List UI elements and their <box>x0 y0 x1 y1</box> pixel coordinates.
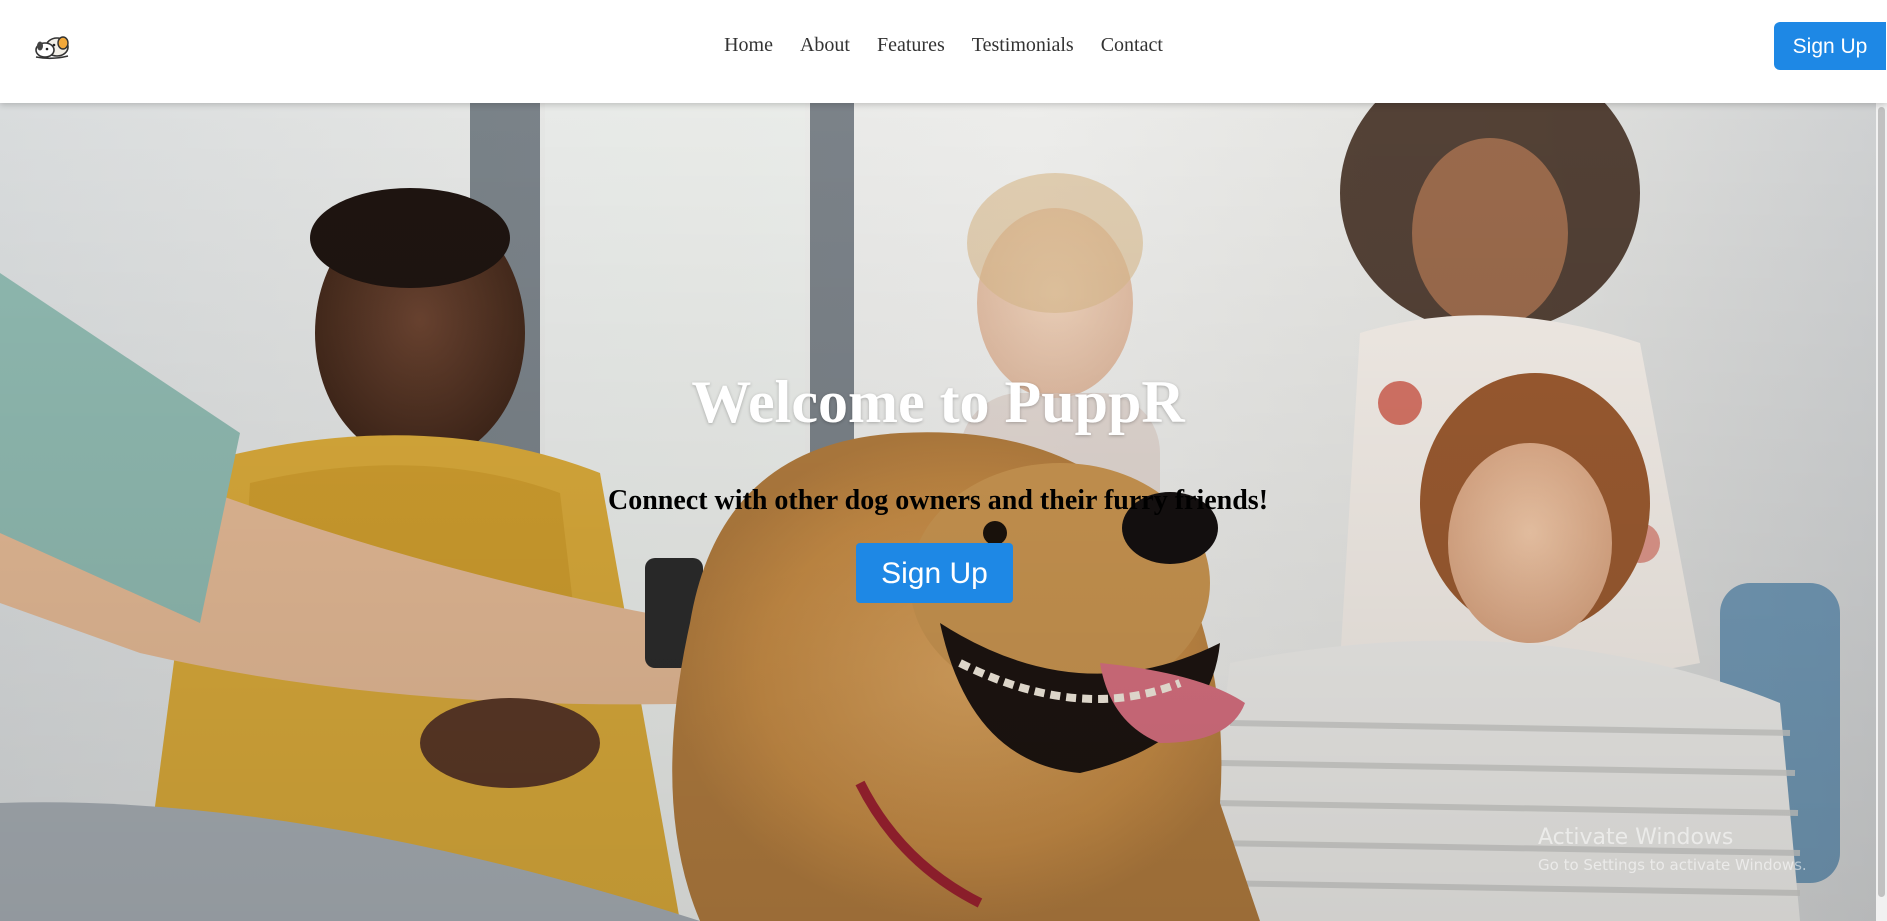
site-header: Home About Features Testimonials Contact… <box>0 0 1887 103</box>
page: Home About Features Testimonials Contact… <box>0 0 1887 921</box>
hero-title: Welcome to PuppR <box>691 369 1185 435</box>
hero-section: Welcome to PuppR Connect with other dog … <box>0 103 1876 921</box>
watermark-title: Activate Windows <box>1538 825 1734 850</box>
nav-link-features[interactable]: Features <box>877 34 945 57</box>
hero-signup-button[interactable]: Sign Up <box>856 543 1013 603</box>
main-nav: Home About Features Testimonials Contact <box>0 34 1887 57</box>
header-signup-button[interactable]: Sign Up <box>1774 22 1886 70</box>
windows-activation-watermark: Activate Windows Go to Settings to activ… <box>1538 825 1807 874</box>
nav-link-about[interactable]: About <box>800 34 850 57</box>
page-scrollbar[interactable] <box>1876 103 1887 921</box>
nav-link-home[interactable]: Home <box>724 34 773 57</box>
scrollbar-thumb[interactable] <box>1878 107 1885 897</box>
watermark-subtitle: Go to Settings to activate Windows. <box>1538 856 1807 874</box>
nav-link-testimonials[interactable]: Testimonials <box>972 34 1074 57</box>
nav-link-contact[interactable]: Contact <box>1101 34 1163 57</box>
hero-subtitle: Connect with other dog owners and their … <box>607 485 1269 516</box>
